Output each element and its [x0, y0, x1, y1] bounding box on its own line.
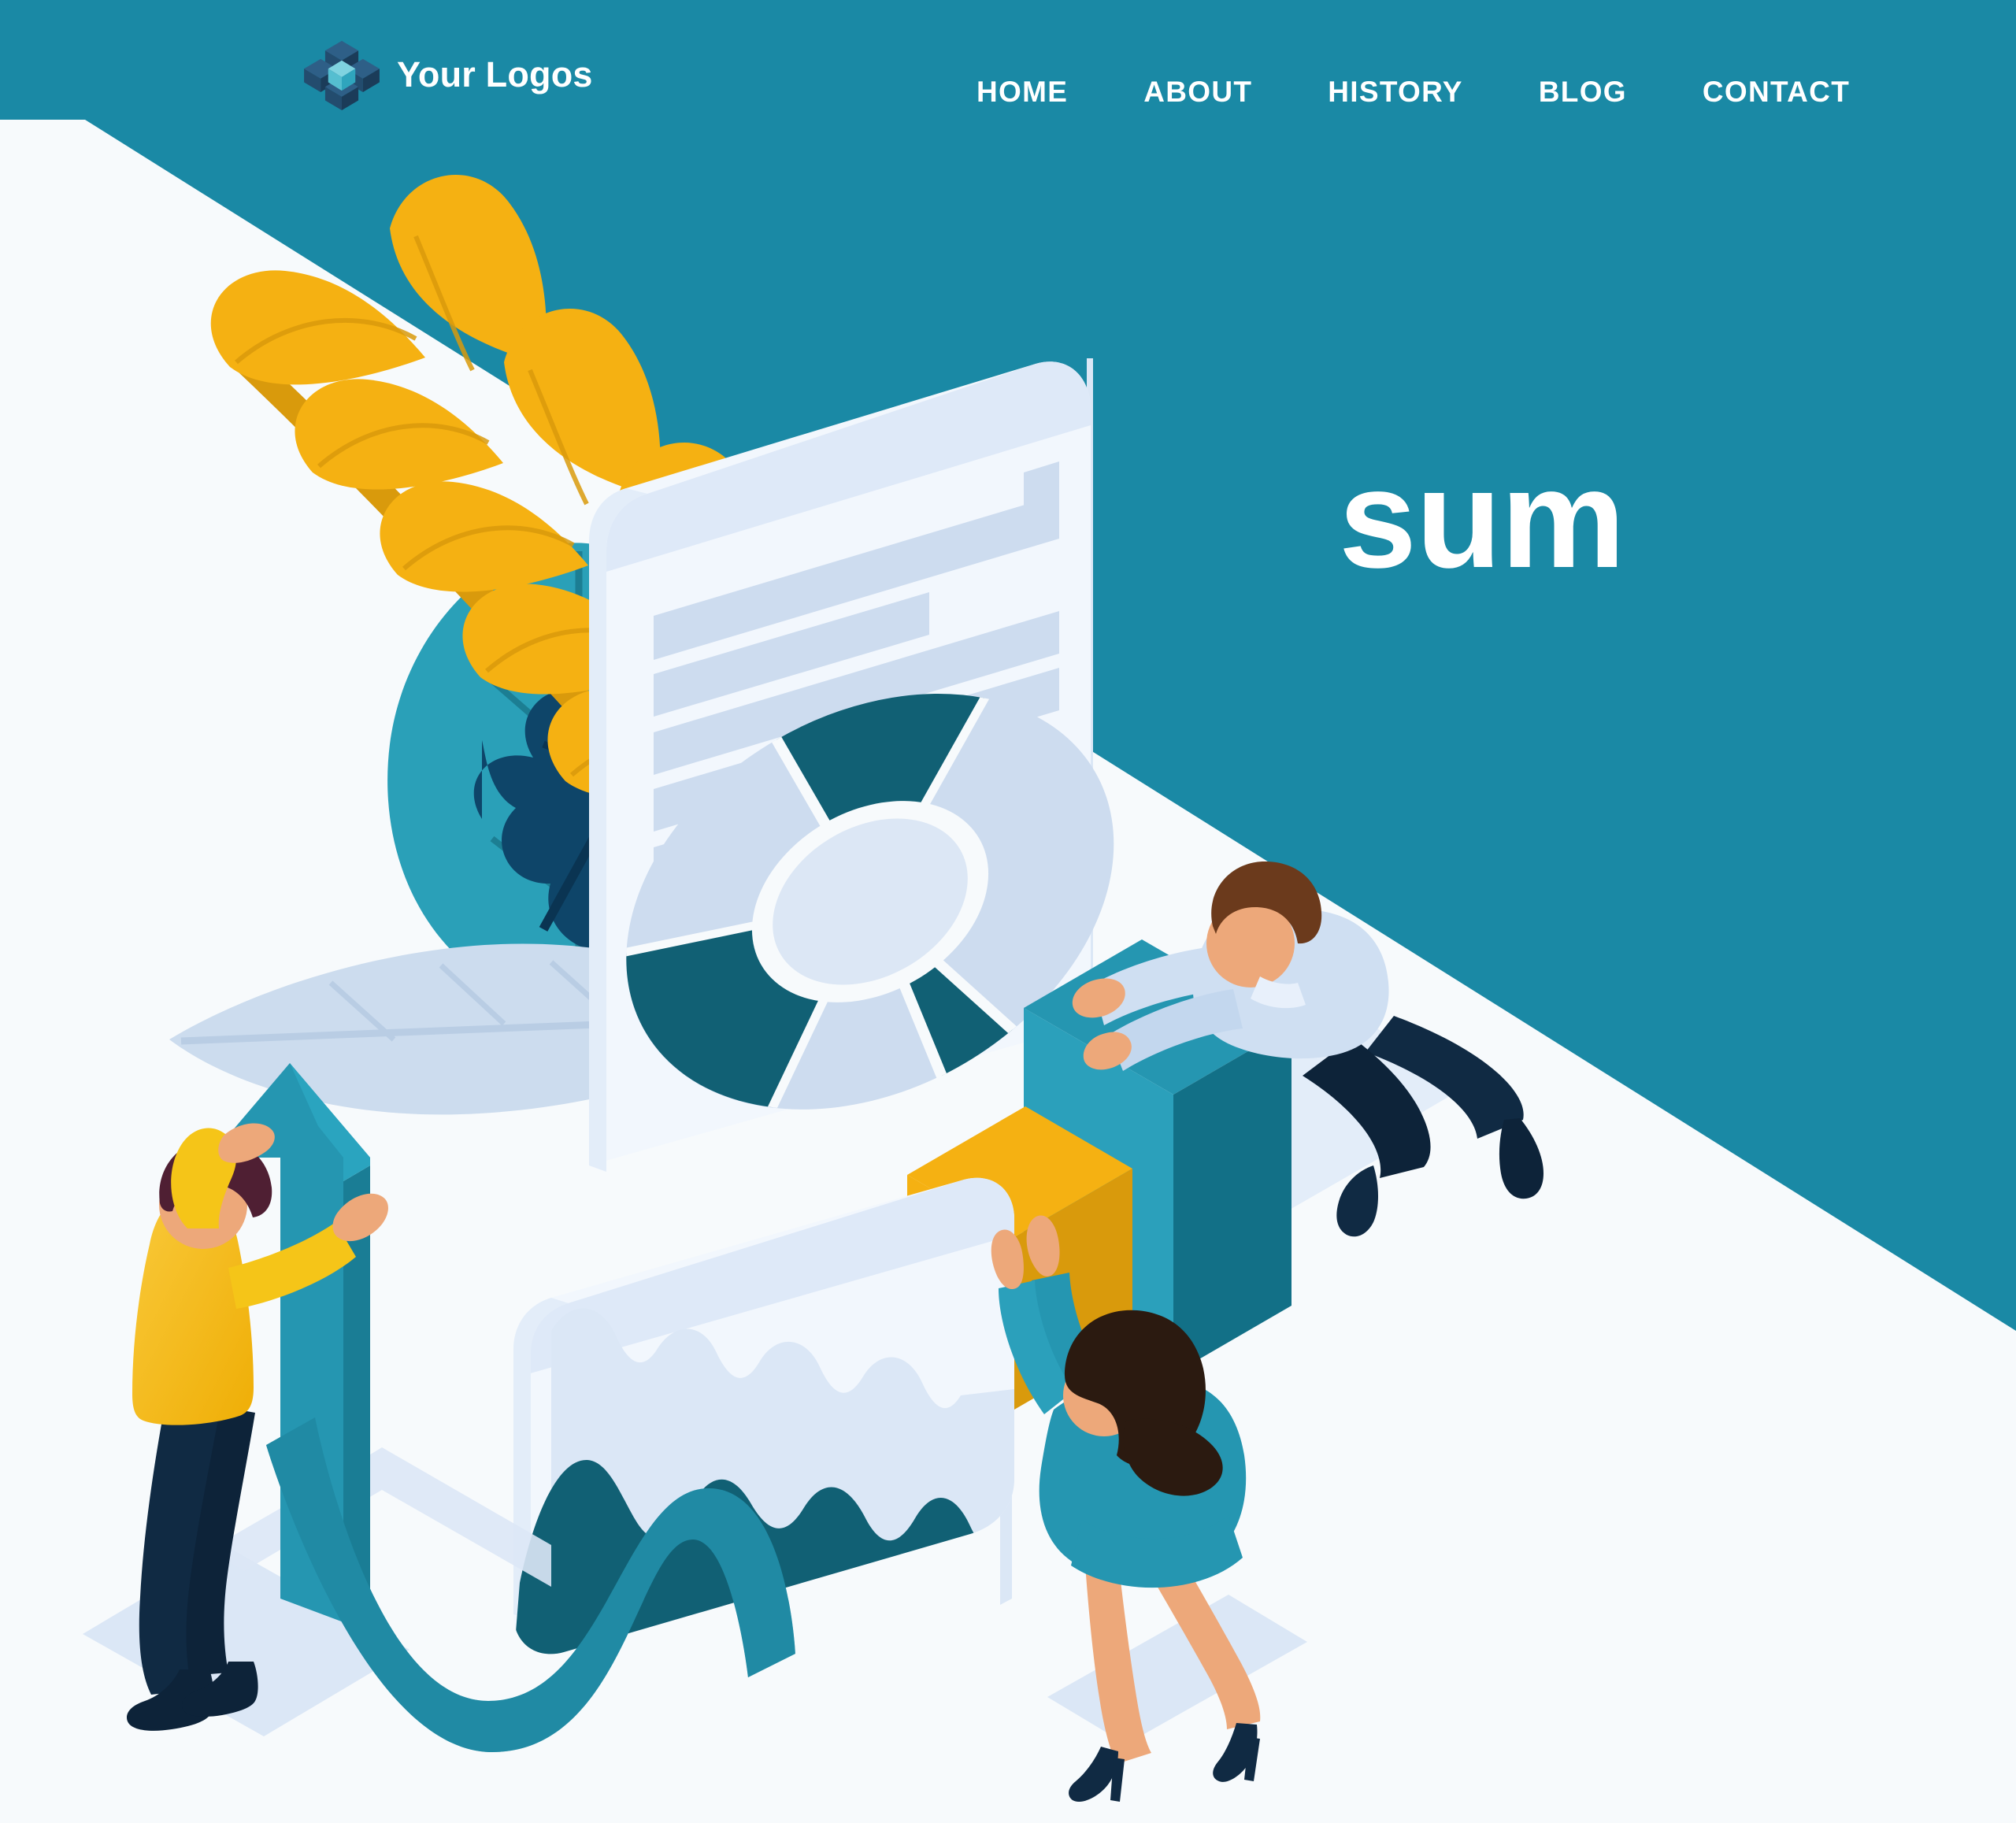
nav-item-home[interactable]: HOME — [976, 76, 1068, 109]
main-navigation: HOME ABOUT HISTORY BLOG CONTACT — [976, 76, 1850, 109]
site-header: Your Logos HOME ABOUT HISTORY BLOG CONTA… — [0, 0, 2016, 122]
page-root: Your Logos HOME ABOUT HISTORY BLOG CONTA… — [0, 0, 2016, 1823]
brand-label: Your Logos — [397, 54, 593, 94]
nav-item-contact[interactable]: CONTACT — [1703, 76, 1850, 109]
isometric-cube-logo-icon — [304, 38, 380, 110]
nav-item-about[interactable]: ABOUT — [1143, 76, 1252, 109]
nav-item-blog[interactable]: BLOG — [1539, 76, 1627, 109]
hero-title: sum — [1339, 440, 1625, 597]
brand[interactable]: Your Logos — [304, 38, 593, 110]
hero-illustration — [0, 0, 2016, 1823]
nav-item-history[interactable]: HISTORY — [1328, 76, 1463, 109]
